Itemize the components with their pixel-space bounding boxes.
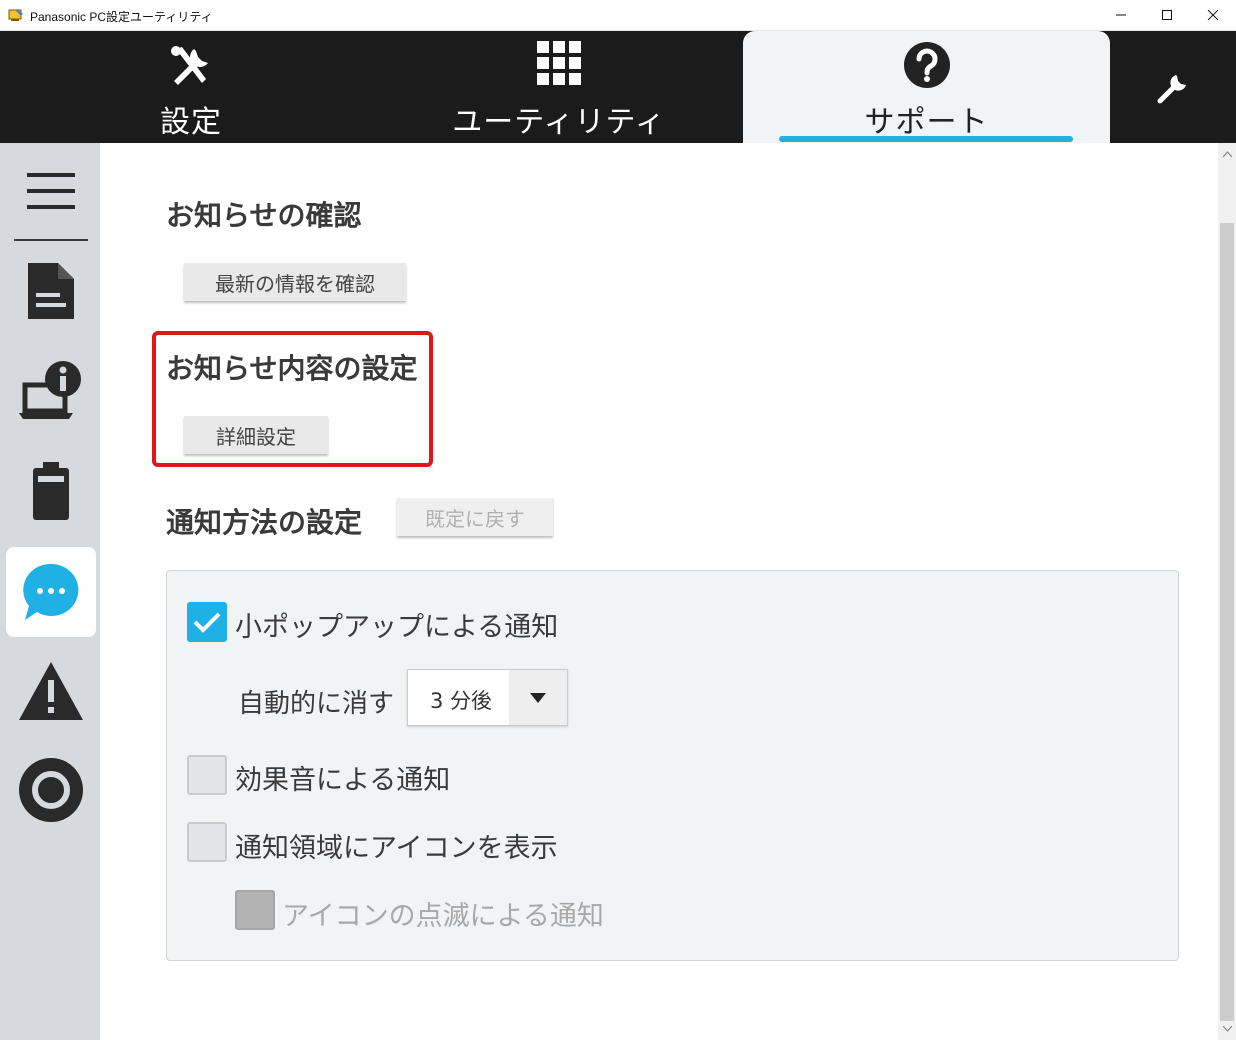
sidebar-item-warning[interactable] [6,646,96,736]
chevron-down-icon [1222,1026,1232,1032]
app-icon [8,9,23,21]
grid-icon [537,41,581,85]
maximize-button[interactable] [1144,0,1190,30]
sidebar-item-battery[interactable] [6,446,96,536]
top-navigation: 設定 ユーティリティ サポート [0,31,1236,143]
sidebar-item-menu[interactable] [6,146,96,236]
auto-dismiss-label: 自動的に消す [238,689,395,719]
auto-dismiss-value: 3 分後 [430,689,493,713]
blink-notify-label: アイコンの点滅による通知 [282,901,604,932]
chevron-down-icon [530,692,546,703]
tab-settings[interactable]: 設定 [100,31,282,143]
tab-support[interactable]: サポート [743,31,1110,143]
close-icon [1207,9,1219,21]
close-button[interactable] [1190,0,1236,30]
tools-button[interactable] [1156,71,1190,105]
sidebar-item-pc-info[interactable] [6,346,96,436]
target-icon [19,758,83,822]
scroll-up-button[interactable] [1218,145,1236,163]
tray-icon-checkbox[interactable] [187,822,227,862]
tray-icon-label: 通知領域にアイコンを表示 [235,833,558,864]
tab-settings-label: 設定 [160,105,222,140]
popup-notify-label: 小ポップアップによる通知 [235,612,559,643]
sidebar [0,143,100,1040]
sidebar-divider [14,239,88,241]
minimize-icon [1116,14,1126,16]
scrollbar-thumb[interactable] [1220,223,1234,1021]
wrench-icon [1157,75,1186,104]
tab-utility-label: ユーティリティ [452,105,666,140]
pc-info-icon [19,361,81,419]
document-icon [28,263,74,319]
warning-icon [19,662,83,720]
tab-selected-indicator [779,136,1073,142]
notify-method-heading: 通知方法の設定 [166,506,363,539]
tab-support-label: サポート [864,105,989,140]
news-check-heading: お知らせの確認 [166,199,362,232]
auto-dismiss-select[interactable]: 3 分後 [407,669,568,726]
chevron-up-icon [1222,151,1232,157]
detail-settings-button[interactable]: 詳細設定 [184,416,328,454]
help-icon [903,42,950,88]
maximize-icon [1162,10,1172,20]
chat-bubble-icon [23,563,79,620]
reset-defaults-button[interactable]: 既定に戻す [397,498,553,536]
tools-icon [171,46,208,85]
menu-icon [27,173,75,209]
blink-notify-checkbox[interactable] [235,890,275,930]
tab-utility[interactable]: ユーティリティ [440,31,678,143]
sidebar-item-target[interactable] [6,745,96,835]
scroll-down-button[interactable] [1218,1020,1236,1038]
title-bar: Panasonic PC設定ユーティリティ [0,0,1236,31]
dropdown-toggle[interactable] [509,670,567,725]
sidebar-item-notifications[interactable] [6,547,96,637]
minimize-button[interactable] [1098,0,1144,30]
battery-icon [33,462,69,520]
popup-notify-checkbox[interactable] [187,602,227,642]
vertical-scrollbar[interactable] [1218,143,1236,1040]
sidebar-item-document[interactable] [6,246,96,336]
sound-notify-checkbox[interactable] [187,755,227,795]
check-latest-info-button[interactable]: 最新の情報を確認 [184,263,406,301]
checkmark-icon [193,612,221,633]
news-content-heading: お知らせ内容の設定 [166,352,418,385]
sound-notify-label: 効果音による通知 [235,765,451,796]
window-title: Panasonic PC設定ユーティリティ [30,10,213,24]
